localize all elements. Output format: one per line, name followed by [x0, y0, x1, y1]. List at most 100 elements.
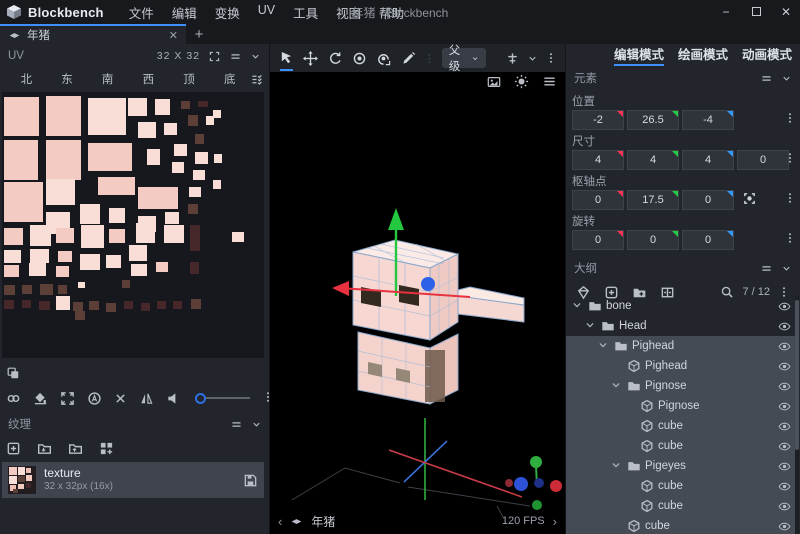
menu-4[interactable]: 工具 — [284, 3, 327, 22]
texture-list-item[interactable]: texture 32 x 32px (16x) — [2, 462, 264, 498]
maximize-button[interactable] — [748, 5, 764, 19]
cullface-icon[interactable] — [166, 391, 181, 406]
outliner-row-Pignose[interactable]: Pignose — [566, 396, 795, 416]
number-field[interactable]: -2 — [572, 110, 624, 130]
outliner-row-bone[interactable]: bone — [566, 296, 795, 316]
chevron-down-icon[interactable] — [250, 51, 261, 62]
dots-icon[interactable] — [545, 52, 557, 64]
rotate-tool[interactable] — [327, 45, 344, 71]
auto-uv-icon[interactable] — [87, 391, 102, 406]
export-texture-icon[interactable] — [68, 441, 83, 456]
visibility-eye-icon[interactable] — [778, 460, 791, 473]
vertex-snap[interactable] — [399, 45, 416, 71]
close-button[interactable]: ✕ — [778, 5, 794, 19]
uv-dir-tab-5[interactable]: 底 — [209, 71, 250, 87]
parent-dropdown[interactable]: 父级 — [442, 48, 487, 68]
transform-space-icon[interactable] — [505, 51, 520, 66]
fill-bucket-icon[interactable] — [33, 391, 48, 406]
frame-icon[interactable] — [208, 50, 221, 63]
prev-view-button[interactable]: ‹ — [278, 514, 282, 529]
uv-dir-tab-1[interactable]: 东 — [47, 71, 88, 87]
visibility-eye-icon[interactable] — [778, 480, 791, 493]
number-field[interactable]: -4 — [682, 110, 734, 130]
outliner-row-Pignose[interactable]: Pignose — [566, 376, 795, 396]
import-texture-icon[interactable] — [37, 441, 52, 456]
screenshot-icon[interactable] — [487, 74, 501, 89]
number-field[interactable]: 4 — [572, 150, 624, 170]
visibility-eye-icon[interactable] — [778, 440, 791, 453]
outliner-row-cube[interactable]: cube — [566, 436, 795, 456]
hamburger-icon[interactable] — [229, 50, 242, 63]
visibility-eye-icon[interactable] — [778, 400, 791, 413]
uv-dir-tab-3[interactable]: 西 — [128, 71, 169, 87]
pivot-tool[interactable] — [375, 45, 392, 71]
outliner-row-cube[interactable]: cube — [566, 416, 795, 436]
outliner-scrollbar[interactable] — [795, 296, 799, 534]
dots-icon[interactable] — [784, 192, 796, 204]
chevron-down-icon[interactable] — [781, 73, 792, 84]
number-field[interactable]: 4 — [627, 150, 679, 170]
maximize-uv-icon[interactable] — [60, 391, 75, 406]
menu-1[interactable]: 编辑 — [163, 3, 206, 22]
pivot-center-button[interactable] — [742, 191, 757, 209]
chevron-down-icon[interactable] — [251, 419, 262, 430]
mode-tab-2[interactable]: 动画模式 — [742, 44, 792, 66]
dots-icon[interactable] — [784, 232, 796, 244]
menu-icon[interactable] — [542, 74, 557, 89]
visibility-eye-icon[interactable] — [778, 380, 791, 393]
number-field[interactable]: 17.5 — [627, 190, 679, 210]
checklist-icon[interactable] — [250, 73, 263, 86]
uv-canvas[interactable] — [2, 92, 264, 358]
outliner-row-Pighead[interactable]: Pighead — [566, 356, 795, 376]
viewport-scene[interactable] — [270, 72, 565, 534]
chevron-down-icon[interactable] — [527, 53, 538, 64]
mode-tab-0[interactable]: 编辑模式 — [614, 44, 664, 66]
chevron-down-icon[interactable] — [781, 263, 792, 274]
visibility-eye-icon[interactable] — [778, 420, 791, 433]
visibility-eye-icon[interactable] — [778, 360, 791, 373]
outliner-row-cube[interactable]: cube — [566, 496, 795, 516]
visibility-eye-icon[interactable] — [778, 500, 791, 513]
number-field[interactable]: 0 — [682, 230, 734, 250]
dots-icon[interactable] — [784, 112, 796, 124]
hamburger-icon[interactable] — [230, 418, 243, 431]
visibility-eye-icon[interactable] — [778, 340, 791, 353]
number-field[interactable]: 0 — [572, 230, 624, 250]
delete-uv-icon[interactable] — [114, 392, 127, 405]
number-field[interactable]: 0 — [737, 150, 789, 170]
visibility-eye-icon[interactable] — [778, 320, 791, 333]
save-texture-icon[interactable] — [243, 473, 258, 488]
number-field[interactable]: 0 — [627, 230, 679, 250]
outliner-row-cube[interactable]: cube — [566, 516, 795, 534]
number-field[interactable]: 0 — [682, 190, 734, 210]
next-view-button[interactable]: › — [553, 514, 557, 529]
outliner-row-Pighead[interactable]: Pighead — [566, 336, 795, 356]
minimize-button[interactable]: − — [718, 5, 734, 19]
number-field[interactable]: 4 — [682, 150, 734, 170]
tab-close-button[interactable]: ✕ — [169, 29, 178, 42]
lighting-icon[interactable] — [514, 74, 529, 89]
uv-dir-tab-0[interactable]: 北 — [6, 71, 47, 87]
uv-opacity-slider[interactable] — [195, 393, 250, 404]
uv-dir-tab-2[interactable]: 南 — [87, 71, 128, 87]
hamburger-icon[interactable] — [760, 72, 773, 85]
link-icon[interactable] — [6, 391, 21, 406]
hamburger-icon[interactable] — [760, 262, 773, 275]
menu-3[interactable]: UV — [249, 3, 284, 22]
uv-dir-tab-4[interactable]: 顶 — [169, 71, 210, 87]
number-field[interactable]: 26.5 — [627, 110, 679, 130]
visibility-eye-icon[interactable] — [778, 520, 791, 533]
append-template-icon[interactable] — [99, 441, 114, 456]
mirror-uv-icon[interactable] — [139, 391, 154, 406]
copy-brush-icon[interactable] — [6, 366, 20, 380]
mode-tab-1[interactable]: 绘画模式 — [678, 44, 728, 66]
gizmo-tool[interactable] — [278, 45, 295, 71]
move-tool[interactable] — [302, 45, 319, 71]
dots-icon[interactable] — [784, 152, 796, 164]
number-field[interactable]: 0 — [572, 190, 624, 210]
add-texture-icon[interactable] — [6, 441, 21, 456]
menu-2[interactable]: 变换 — [206, 3, 249, 22]
outliner-row-Head[interactable]: Head — [566, 316, 795, 336]
outliner-row-Pigeyes[interactable]: Pigeyes — [566, 456, 795, 476]
scale-tool[interactable] — [351, 45, 368, 71]
